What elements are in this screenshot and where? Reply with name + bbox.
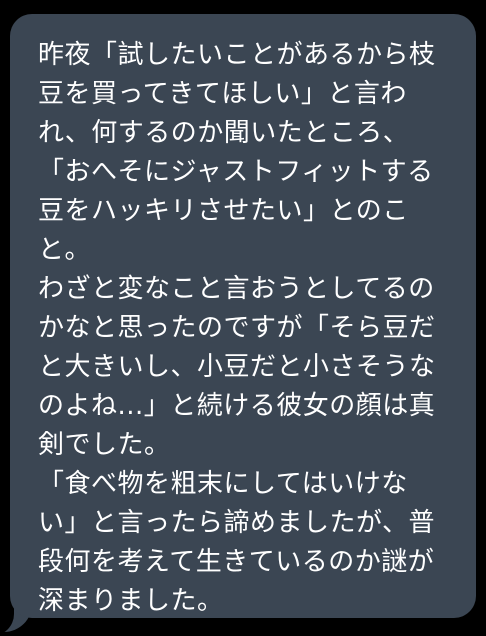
message-line: 豆を買ってきてほしい」と言わ <box>38 79 407 109</box>
message-line: 「食べ物を粗末にしてはいけな <box>38 469 408 499</box>
message-line: い」と言ったら諦めましたが、普 <box>38 508 435 538</box>
message-line: 「おへそにジャストフィットする <box>38 157 434 187</box>
message-line: れ、何するのか聞いたところ、 <box>38 118 410 148</box>
message-line: 剣でした。 <box>38 430 171 460</box>
message-line: 深まりました。 <box>38 586 224 616</box>
message-bubble: 昨夜「試したいことがあるから枝 豆を買ってきてほしい」と言わ れ、何するのか聞い… <box>10 14 476 618</box>
message-line: 豆をハッキリさせたい」とのこ <box>38 196 409 226</box>
message-line: と大きいし、小豆だと小さそうな <box>38 352 436 382</box>
message-line: 昨夜「試したいことがあるから枝 <box>38 40 436 70</box>
message-line: かなと思ったのですが「そら豆だ <box>38 313 436 343</box>
message-line: と。 <box>38 235 92 265</box>
message-line: のよね...」と続ける彼女の顔は真 <box>38 391 436 421</box>
message-line: 段何を考えて生きているのか謎が <box>38 547 435 577</box>
message-line: わざと変なこと言おうとしてるの <box>38 274 435 304</box>
